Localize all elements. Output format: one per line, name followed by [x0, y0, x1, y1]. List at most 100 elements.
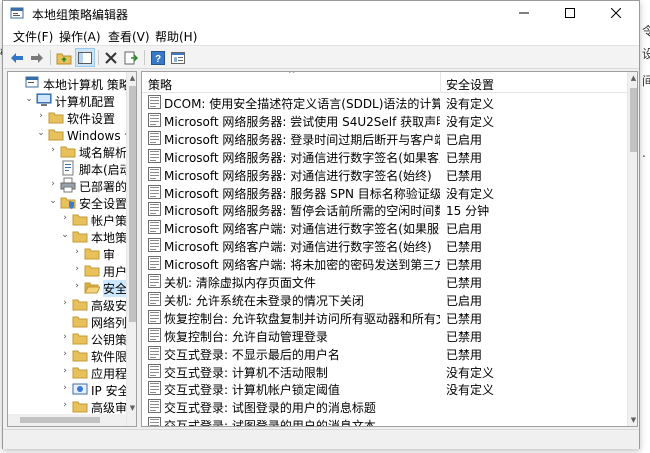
up-one-level-button[interactable] [54, 48, 74, 67]
policy-row[interactable]: 关机: 允许系统在未登录的情况下关闭 已启用 [142, 290, 627, 308]
tree-vertical-scrollbar[interactable]: ▲ ▼ [126, 72, 136, 426]
policy-row[interactable]: 恢复控制台: 允许自动管理登录 已禁用 [142, 326, 627, 344]
scroll-up-arrow-icon[interactable]: ▲ [628, 72, 637, 84]
collapse-chevron-icon[interactable]: ⌄ [36, 128, 46, 138]
tree-hscroll-thumb[interactable] [20, 417, 100, 423]
tree-node[interactable]: › 已部署的打 [8, 176, 136, 194]
tree-node[interactable]: › 高级安 [8, 295, 127, 313]
policy-item-icon [148, 166, 161, 181]
expand-chevron-icon[interactable]: › [72, 264, 82, 274]
tree-node[interactable]: 脚本(启动/ [8, 159, 136, 177]
properties-icon [171, 51, 185, 64]
policy-row[interactable]: 交互式登录: 不显示最后的用户名 已禁用 [142, 344, 627, 362]
tree-node[interactable]: 网络列 [8, 312, 127, 330]
policy-row[interactable]: 交互式登录: 计算机帐户锁定阈值 没有定义 [142, 379, 627, 397]
printer-icon [60, 177, 76, 193]
tree-node[interactable]: › 高级审 [8, 397, 127, 415]
scroll-up-arrow-icon[interactable]: ▲ [127, 72, 136, 84]
tree-node[interactable]: › 用户 [8, 261, 127, 279]
expand-chevron-icon[interactable]: › [48, 179, 58, 189]
expand-chevron-icon[interactable]: › [60, 213, 70, 223]
policy-row[interactable]: Microsoft 网络服务器: 对通信进行数字签名(如果客户端允... 已禁用 [142, 147, 627, 165]
folder-icon [72, 350, 88, 362]
list-scroll-thumb[interactable] [630, 88, 637, 152]
tree-node[interactable]: › 应用程 [8, 363, 127, 381]
column-header-policy[interactable]: 策略 [148, 76, 172, 93]
tree-node[interactable]: › 帐户策 [8, 210, 127, 228]
policy-row[interactable]: 恢复控制台: 允许软盘复制并访问所有驱动器和所有文件夹已禁用 [142, 308, 627, 326]
policy-row[interactable]: Microsoft 网络服务器: 服务器 SPN 目标名称验证级别 没有定义 [142, 183, 627, 201]
collapse-chevron-icon[interactable]: ⌄ [60, 230, 70, 240]
policy-item-icon [148, 345, 161, 360]
policy-row[interactable]: 交互式登录: 试图登录的用户的消息文本 [142, 415, 627, 427]
tree-node[interactable]: ⌄ 安全设置 [8, 193, 127, 211]
expand-chevron-icon[interactable]: › [60, 400, 70, 410]
tree-node[interactable]: › 公钥策 [8, 329, 127, 347]
policy-row[interactable]: Microsoft 网络客户端: 将未加密的密码发送到第三方 SMB... 已禁用 [142, 254, 627, 272]
policy-name: Microsoft 网络服务器: 登录时间过期后断开与客户端的连接 [164, 132, 440, 147]
expand-chevron-icon [60, 315, 70, 325]
tree-horizontal-scrollbar[interactable] [8, 414, 126, 426]
title-bar[interactable]: 本地组策略编辑器 [3, 1, 639, 25]
security-setting-value: 没有定义 [446, 114, 495, 129]
expand-chevron-icon[interactable]: › [72, 281, 82, 291]
policy-row[interactable]: Microsoft 网络服务器: 暂停会话前所需的空闲时间数量 15 分钟 [142, 200, 627, 218]
column-header-security-setting[interactable]: 安全设置 [446, 76, 494, 93]
folder-icon [72, 214, 88, 226]
tree-node[interactable]: › 审 [8, 244, 126, 262]
security-setting-value: 已禁用 [446, 150, 483, 165]
back-button[interactable] [7, 48, 27, 67]
collapse-chevron-icon[interactable]: ⌄ [48, 196, 58, 206]
expand-chevron-icon[interactable]: › [36, 111, 46, 121]
folder-icon [48, 112, 64, 124]
policy-row[interactable]: 交互式登录: 试图登录的用户的消息标题 [142, 397, 627, 415]
policy-row[interactable]: Microsoft 网络客户端: 对通信进行数字签名(始终) 已禁用 [142, 236, 627, 254]
menu-action[interactable]: 操作(A) [59, 28, 101, 45]
gpedit-window: 本地组策略编辑器 文件(F) 操作(A) 查看(V) 帮助(H) ? 本地计算机… [2, 0, 640, 449]
policy-name: 交互式登录: 试图登录的用户的消息文本 [164, 419, 376, 427]
tree-node[interactable]: › IP 安全 [8, 380, 129, 398]
tree-scroll-thumb[interactable] [129, 86, 136, 322]
forward-arrow-icon [31, 52, 43, 63]
tree-node[interactable]: ⌄Windows 设置 [8, 125, 136, 143]
policy-row[interactable]: 交互式登录: 计算机不活动限制 没有定义 [142, 362, 627, 380]
menu-file[interactable]: 文件(F) [13, 28, 53, 45]
expand-chevron-icon[interactable]: › [60, 366, 70, 376]
policy-row[interactable]: Microsoft 网络客户端: 对通信进行数字签名(如果服务器允... 已启用 [142, 218, 627, 236]
forward-button[interactable] [27, 48, 47, 67]
minimize-button[interactable] [501, 1, 547, 25]
menu-help[interactable]: 帮助(H) [155, 28, 197, 45]
scroll-down-arrow-icon[interactable]: ▼ [628, 414, 637, 426]
expand-chevron-icon[interactable]: › [60, 298, 70, 308]
policy-row[interactable]: 关机: 清除虚拟内存页面文件 已禁用 [142, 272, 627, 290]
scroll-down-arrow-icon[interactable]: ▼ [127, 402, 136, 414]
policy-row[interactable]: Microsoft 网络服务器: 对通信进行数字签名(始终) 已禁用 [142, 165, 627, 183]
collapse-chevron-icon[interactable]: ⌄ [24, 94, 34, 104]
tree-node[interactable]: › 安全 [8, 278, 128, 297]
gpedit-app-icon [10, 7, 24, 19]
show-hide-tree-button[interactable] [75, 48, 95, 67]
close-button[interactable] [593, 1, 639, 25]
script-icon [62, 160, 74, 176]
tree-node[interactable]: ⌄ 本地策 [8, 227, 127, 245]
help-button[interactable]: ? [148, 48, 168, 67]
expand-chevron-icon[interactable]: › [48, 145, 58, 155]
export-list-button[interactable] [121, 48, 141, 67]
policy-row[interactable]: Microsoft 网络服务器: 尝试使用 S4U2Self 获取声明信息没有定… [142, 111, 627, 129]
tree-node[interactable]: › 软件限 [8, 346, 127, 364]
properties-button[interactable] [168, 48, 188, 67]
tree-node[interactable]: ⌄ 计算机配置 [8, 91, 126, 109]
expand-chevron-icon[interactable]: › [60, 383, 70, 393]
tree-node[interactable]: 本地计算机 策略 [8, 74, 131, 92]
menu-view[interactable]: 查看(V) [108, 28, 150, 45]
maximize-button[interactable] [547, 1, 593, 25]
list-vertical-scrollbar[interactable]: ▲ ▼ [627, 72, 637, 426]
policy-row[interactable]: DCOM: 使用安全描述符定义语言(SDDL)语法的计算机启动... 没有定义 [142, 93, 627, 111]
delete-button[interactable] [101, 48, 121, 67]
tree-node[interactable]: › 软件设置 [8, 108, 126, 126]
tree-node[interactable]: › 域名解析策 [8, 142, 136, 160]
expand-chevron-icon[interactable]: › [60, 332, 70, 342]
policy-row[interactable]: Microsoft 网络服务器: 登录时间过期后断开与客户端的连接已启用 [142, 129, 627, 147]
expand-chevron-icon[interactable]: › [72, 247, 82, 257]
expand-chevron-icon[interactable]: › [60, 349, 70, 359]
